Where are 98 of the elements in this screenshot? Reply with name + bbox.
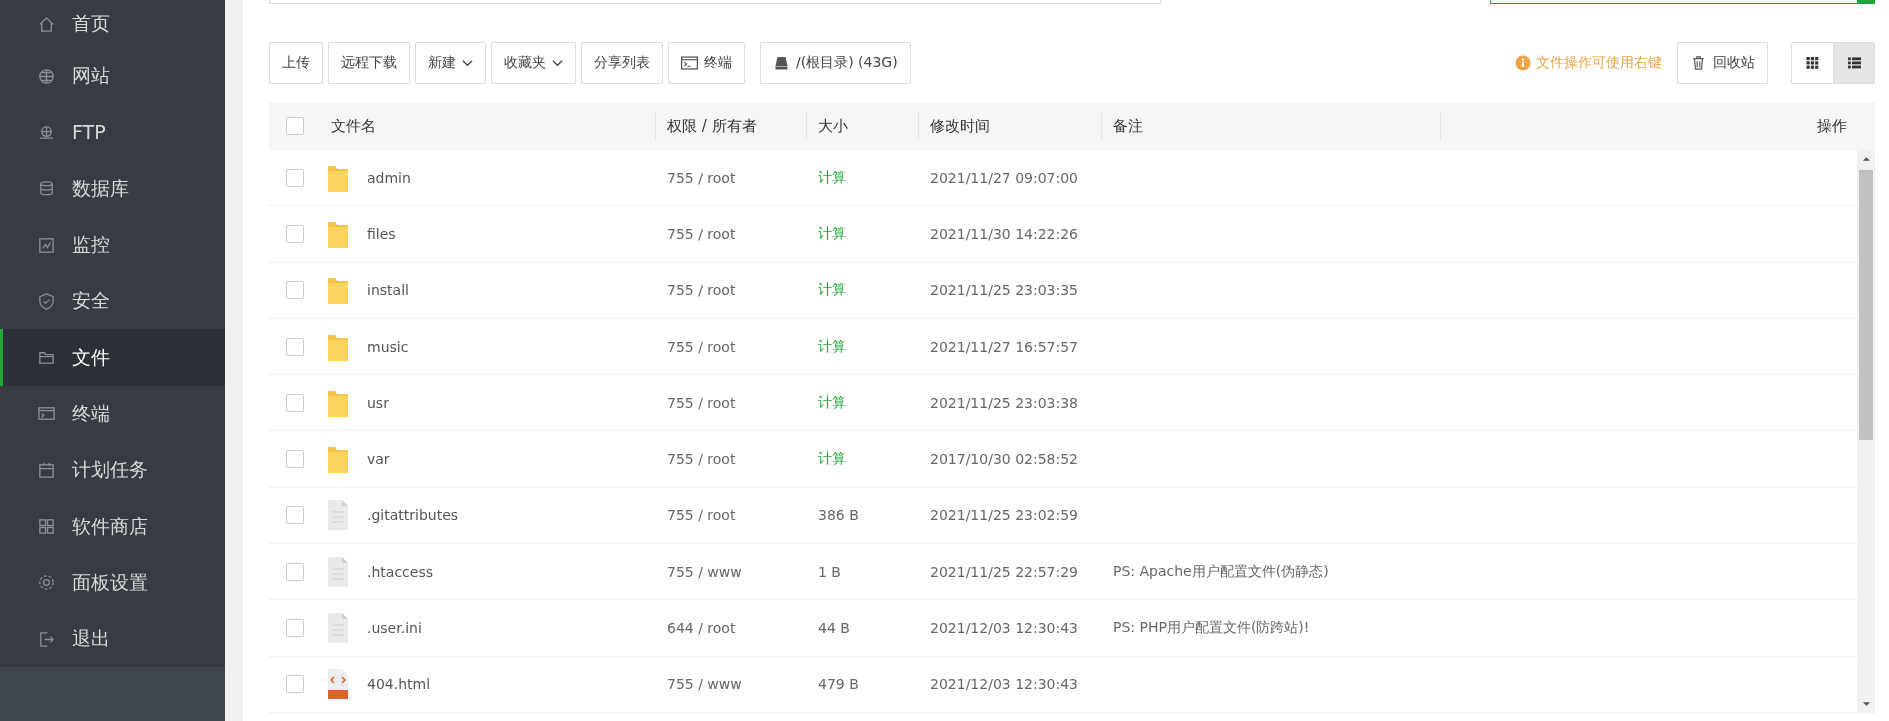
column-header: 修改时间 <box>930 116 990 136</box>
row-checkbox[interactable] <box>285 168 304 187</box>
modified-time: 2017/10/30 02:58:52 <box>930 451 1079 468</box>
caret-icon <box>552 59 563 67</box>
document-icon <box>326 612 350 644</box>
scroll-up-icon[interactable] <box>1861 156 1871 162</box>
toolbar-button[interactable]: 上传 <box>269 42 323 84</box>
list-icon <box>1847 57 1861 69</box>
permission-text: 755 / www <box>667 563 742 580</box>
trash-icon <box>1690 56 1707 70</box>
file-name[interactable]: .htaccess <box>367 563 433 580</box>
modified-time: 2021/11/30 14:22:26 <box>930 225 1079 242</box>
row-checkbox[interactable] <box>285 450 304 469</box>
document-icon <box>326 555 350 588</box>
row-checkbox[interactable] <box>285 562 304 581</box>
nav-item[interactable]: 面板设置 <box>0 554 225 611</box>
toolbar-button[interactable]: /(根目录) (43G) <box>760 42 911 84</box>
row-checkbox[interactable] <box>285 224 304 243</box>
row-checkbox[interactable] <box>285 675 304 694</box>
nav-item[interactable]: 监控 <box>0 216 225 274</box>
toolbar-button[interactable]: 分享列表 <box>581 42 663 84</box>
toolbar-button[interactable]: 新建 <box>415 42 486 84</box>
column-header: 权限 / 所有者 <box>667 116 757 136</box>
file-size: 44 B <box>818 620 850 636</box>
file-name[interactable]: files <box>367 225 396 242</box>
html-file-icon <box>326 668 350 701</box>
file-size: 386 B <box>818 507 859 524</box>
logout-icon <box>37 629 56 649</box>
modified-time: 2021/12/03 12:30:43 <box>930 620 1079 636</box>
file-name[interactable]: admin <box>367 169 411 186</box>
grid-icon <box>1806 57 1819 69</box>
modified-time: 2021/11/25 22:57:29 <box>930 563 1079 580</box>
modified-time: 2021/12/03 12:30:43 <box>930 676 1079 693</box>
terminal-icon <box>681 56 698 70</box>
hint-text: 文件操作可使用右键 <box>1536 54 1662 72</box>
info-icon <box>1515 55 1531 71</box>
settings-icon <box>37 573 56 593</box>
shield-icon <box>37 291 56 311</box>
file-note: PS: Apache用户配置文件(伪静态) <box>1113 562 1329 581</box>
row-checkbox[interactable] <box>285 281 304 300</box>
nav-item[interactable]: 软件商店 <box>0 498 225 555</box>
permission-text: 644 / root <box>667 620 736 636</box>
nav-item[interactable]: 终端 <box>0 385 225 443</box>
file-name[interactable]: 404.html <box>367 676 431 693</box>
nav-item[interactable]: FTP <box>0 104 225 161</box>
scroll-down-icon[interactable] <box>1861 701 1871 707</box>
toolbar-button[interactable]: 远程下载 <box>328 42 410 84</box>
permission-text: 755 / root <box>667 338 736 355</box>
toolbar-button[interactable]: 终端 <box>668 42 745 84</box>
calendar-icon <box>37 460 56 480</box>
permission-text: 755 / root <box>667 169 736 186</box>
nav-item[interactable]: 网站 <box>0 48 225 105</box>
column-header: 操作 <box>1817 116 1847 136</box>
toolbar-button[interactable]: 收藏夹 <box>491 42 576 84</box>
file-name[interactable]: music <box>367 338 409 355</box>
globe-icon <box>37 66 56 86</box>
monitor-icon <box>37 235 56 255</box>
permission-text: 755 / www <box>667 676 742 693</box>
permission-text: 755 / root <box>667 451 736 468</box>
row-checkbox[interactable] <box>285 619 304 637</box>
nav-item[interactable]: 数据库 <box>0 160 225 217</box>
permission-text: 755 / root <box>667 394 736 411</box>
file-name[interactable]: .gitattributes <box>367 507 459 524</box>
file-name[interactable]: .user.ini <box>367 620 422 636</box>
row-checkbox[interactable] <box>285 393 304 412</box>
permission-text: 755 / root <box>667 225 736 242</box>
nav-item[interactable]: 文件 <box>0 329 225 386</box>
file-note: PS: PHP用户配置文件(防跨站)! <box>1113 619 1310 637</box>
row-checkbox[interactable] <box>285 337 304 356</box>
row-checkbox[interactable] <box>285 506 304 525</box>
file-name[interactable]: usr <box>367 394 389 411</box>
drive-icon <box>773 56 790 70</box>
file-size: 1 B <box>818 563 841 580</box>
permission-text: 755 / root <box>667 507 736 524</box>
grid-icon <box>37 517 56 536</box>
column-header: 文件名 <box>331 116 376 136</box>
column-header: 大小 <box>818 116 848 136</box>
nav-item[interactable]: 退出 <box>0 610 225 668</box>
nav-item[interactable]: 首页 <box>0 0 225 48</box>
file-name[interactable]: install <box>367 282 409 299</box>
home-icon <box>37 14 56 34</box>
modified-time: 2021/11/27 16:57:57 <box>930 338 1079 355</box>
permission-text: 755 / root <box>667 282 736 299</box>
file-size: 479 B <box>818 676 859 693</box>
select-all-checkbox[interactable] <box>285 117 304 135</box>
modified-time: 2021/11/27 09:07:00 <box>930 169 1079 186</box>
modified-time: 2021/11/25 23:03:35 <box>930 282 1079 299</box>
modified-time: 2021/11/25 23:03:38 <box>930 394 1079 411</box>
document-icon <box>326 499 350 532</box>
recycle-bin-button[interactable]: 回收站 <box>1677 42 1768 84</box>
list-view-button[interactable] <box>1833 43 1874 83</box>
nav-item[interactable]: 计划任务 <box>0 442 225 499</box>
caret-icon <box>462 59 473 67</box>
scrollbar[interactable] <box>1857 150 1875 713</box>
column-header: 备注 <box>1113 116 1143 136</box>
file-name[interactable]: var <box>367 451 390 468</box>
nav-item[interactable]: 安全 <box>0 273 225 330</box>
modified-time: 2021/11/25 23:02:59 <box>930 507 1079 524</box>
